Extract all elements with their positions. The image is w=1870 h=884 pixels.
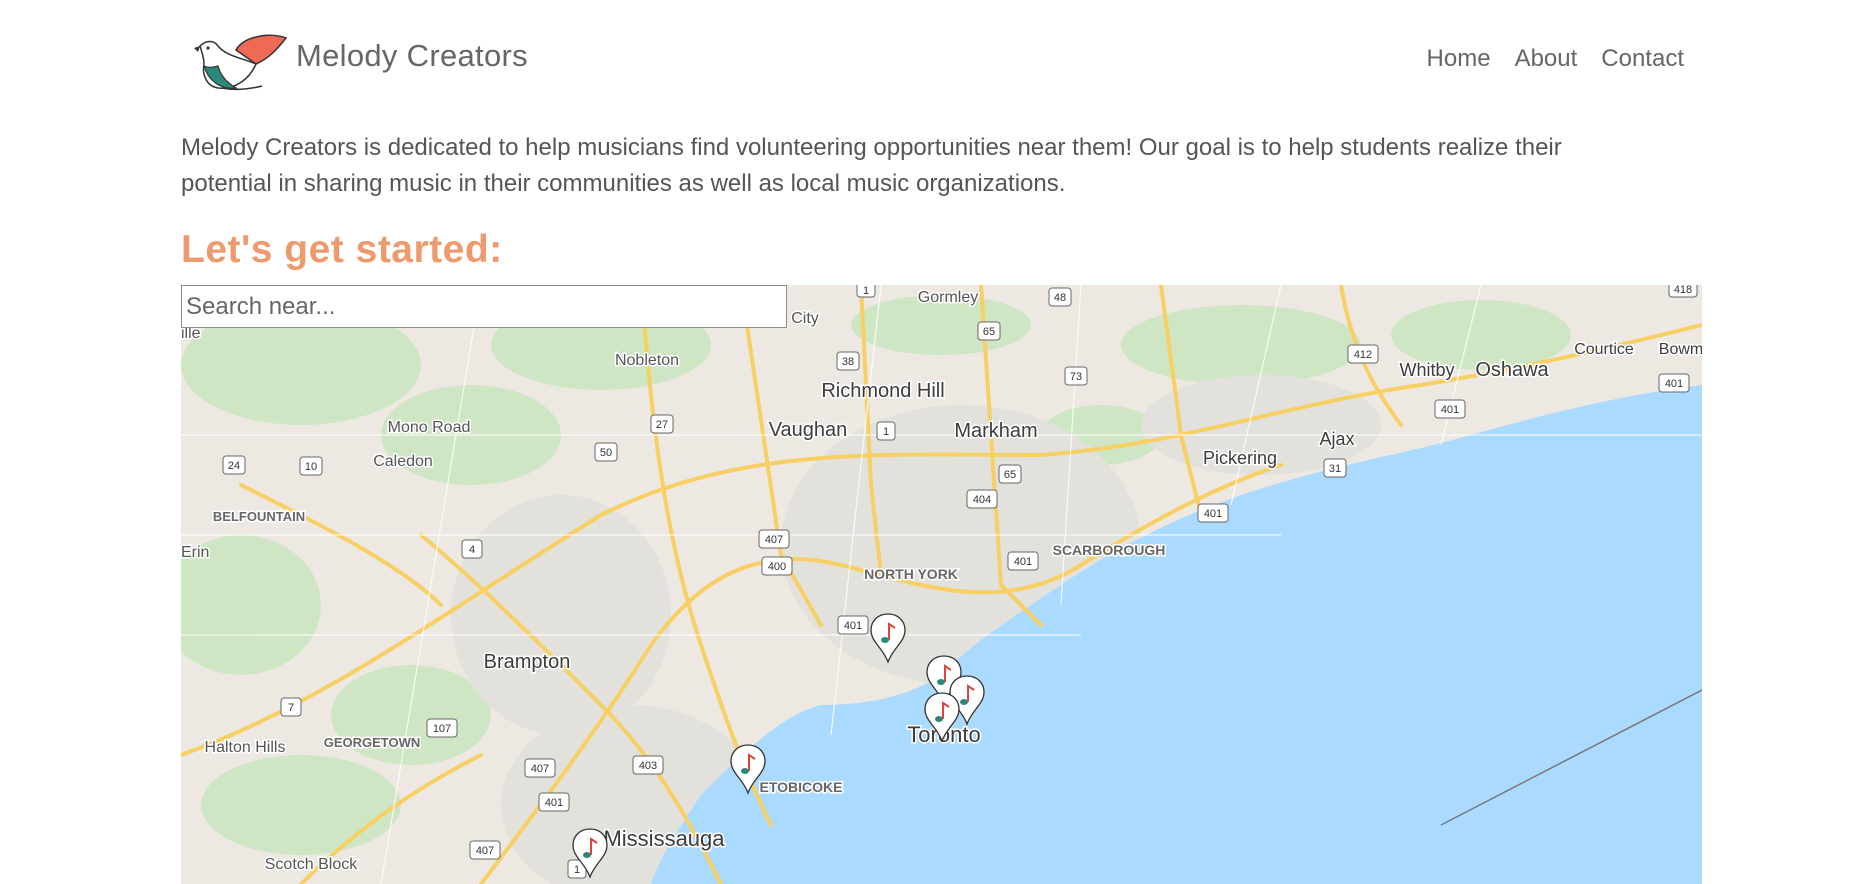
place-scotch-block: Scotch Block <box>265 856 358 873</box>
shield-38: 38 <box>842 356 854 368</box>
place-north-york: NORTH YORK <box>864 566 958 582</box>
place-mono-road: Mono Road <box>388 419 471 436</box>
place-gormley: Gormley <box>918 289 978 306</box>
shield-401a: 401 <box>1665 378 1683 390</box>
search-input[interactable] <box>181 285 787 328</box>
city-ajax: Ajax <box>1319 429 1354 449</box>
shield-401f: 401 <box>545 797 563 809</box>
place-scarborough: SCARBOROUGH <box>1053 542 1166 558</box>
city-whitby: Whitby <box>1399 360 1454 380</box>
shield-1c: 1 <box>574 864 580 876</box>
place-erin: Erin <box>181 544 209 561</box>
main-nav: Home About Contact <box>1427 45 1684 73</box>
city-richmond-hill: Richmond Hill <box>821 380 944 402</box>
city-brampton: Brampton <box>484 651 571 673</box>
shield-31: 31 <box>1329 463 1341 475</box>
shield-1b: 1 <box>883 426 889 438</box>
shield-401b: 401 <box>1441 404 1459 416</box>
bird-logo-icon[interactable] <box>192 28 288 92</box>
shield-4: 4 <box>469 544 475 556</box>
shield-400: 400 <box>768 561 786 573</box>
intro-text: Melody Creators is dedicated to help mus… <box>181 134 1562 197</box>
shield-404: 404 <box>973 494 991 506</box>
nav-contact-link[interactable]: Contact <box>1601 45 1684 73</box>
city-bowm: Bowm <box>1659 341 1702 358</box>
shield-107: 107 <box>433 723 451 735</box>
city-mississauga: Mississauga <box>603 826 725 851</box>
place-nobleton: Nobleton <box>615 352 679 369</box>
place-georgetown: GEORGETOWN <box>324 735 421 750</box>
nav-home-link[interactable]: Home <box>1427 45 1491 73</box>
shield-65a: 65 <box>983 326 995 338</box>
place-city-partial: City <box>791 310 819 327</box>
city-vaughan: Vaughan <box>769 419 848 441</box>
shield-401c: 401 <box>1204 508 1222 520</box>
shield-7: 7 <box>288 702 294 714</box>
place-halton-hills: Halton Hills <box>205 739 286 756</box>
shield-50: 50 <box>600 447 612 459</box>
city-oshawa: Oshawa <box>1475 359 1549 381</box>
shield-407a: 407 <box>765 534 783 546</box>
shield-407b: 407 <box>531 763 549 775</box>
shield-27: 27 <box>656 419 668 431</box>
place-belfountain: BELFOUNTAIN <box>213 509 305 524</box>
city-markham: Markham <box>954 420 1037 442</box>
place-etobicoke: ETOBICOKE <box>760 779 843 795</box>
shield-1a: 1 <box>863 285 869 297</box>
shield-407c: 407 <box>476 845 494 857</box>
shield-403: 403 <box>639 760 657 772</box>
nav-about-link[interactable]: About <box>1515 45 1578 73</box>
shield-73: 73 <box>1070 371 1082 383</box>
shield-401d: 401 <box>1014 556 1032 568</box>
map-canvas[interactable]: 1 48 418 65 38 73 412 401 401 27 50 1 65… <box>181 285 1702 884</box>
shield-65b: 65 <box>1004 469 1016 481</box>
shield-24: 24 <box>228 460 240 472</box>
city-pickering: Pickering <box>1203 448 1277 468</box>
site-header: Melody Creators Home About Contact <box>0 0 1870 120</box>
place-caledon: Caledon <box>373 453 433 470</box>
cta-heading: Let's get started: <box>181 228 503 271</box>
shield-412: 412 <box>1354 349 1372 361</box>
shield-418: 418 <box>1674 285 1692 296</box>
shield-48: 48 <box>1054 292 1066 304</box>
shield-401e: 401 <box>844 620 862 632</box>
brand-name[interactable]: Melody Creators <box>296 38 528 74</box>
shield-10: 10 <box>305 461 317 473</box>
map-graphic: 1 48 418 65 38 73 412 401 401 27 50 1 65… <box>181 285 1702 884</box>
city-courtice: Courtice <box>1574 341 1634 358</box>
